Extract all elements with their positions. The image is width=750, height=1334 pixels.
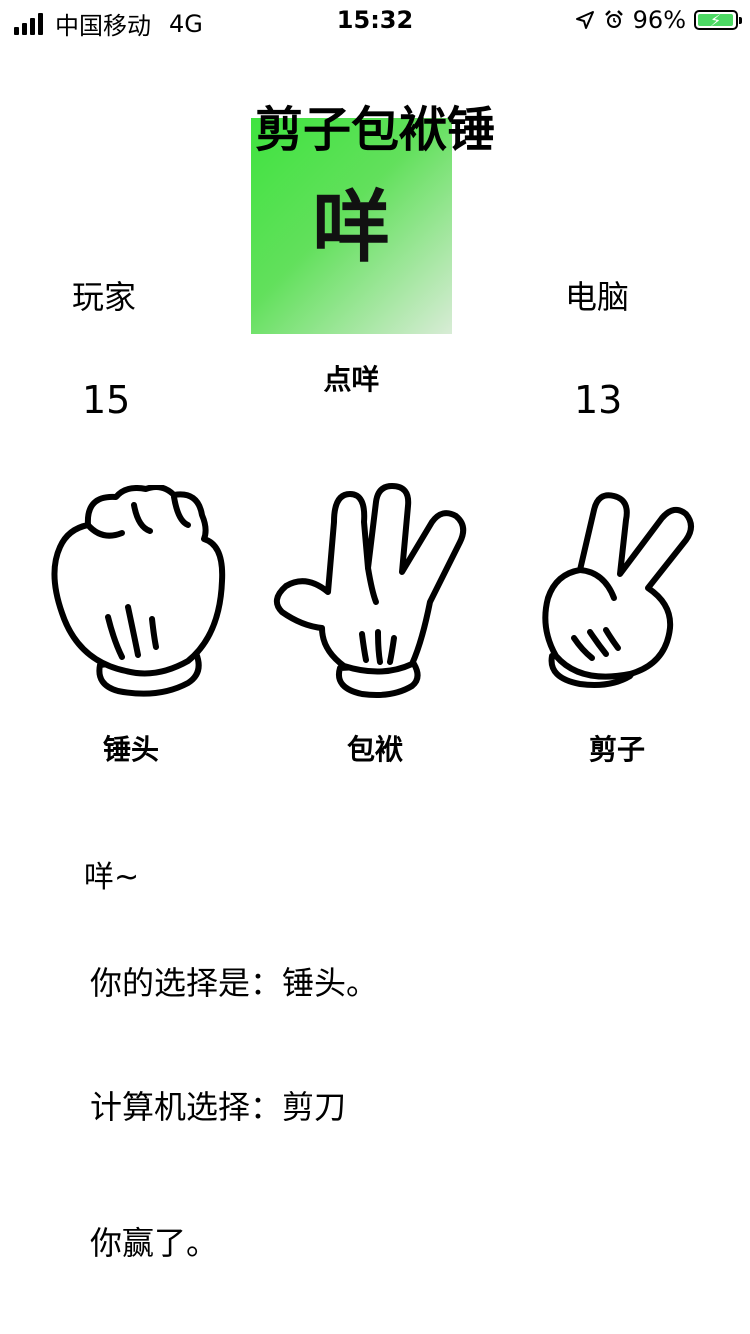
location-arrow-icon [575, 11, 594, 29]
status-right: 96% ⚡ [575, 6, 742, 34]
sound-text: 咩~ [84, 860, 140, 895]
open-hand-icon[interactable] [272, 482, 478, 702]
computer-choice-text: 计算机选择：剪刀 [90, 1088, 347, 1126]
fist-icon[interactable] [38, 485, 228, 705]
computer-score: 13 [574, 378, 623, 422]
computer-label: 电脑 [565, 278, 630, 316]
alarm-icon [604, 10, 623, 28]
player-label: 玩家 [72, 278, 137, 316]
status-bar: 中国移动 4G 15:32 96% ⚡ [0, 0, 750, 40]
choice-label-palm[interactable]: 包袱 [295, 728, 455, 768]
choice-label-fist[interactable]: 锤头 [51, 728, 211, 768]
game-title: 剪子包袱锤 [254, 102, 495, 158]
baa-button-label: 咩 [312, 183, 391, 273]
scissors-hand-icon[interactable] [540, 488, 700, 698]
player-choice-text: 你的选择是：锤头。 [90, 964, 379, 1002]
choice-label-scissors[interactable]: 剪子 [537, 728, 697, 768]
player-score: 15 [82, 378, 131, 422]
battery-percent: 96% [632, 6, 686, 34]
battery-icon: ⚡ [694, 10, 742, 30]
outcome-text: 你赢了。 [90, 1224, 219, 1262]
